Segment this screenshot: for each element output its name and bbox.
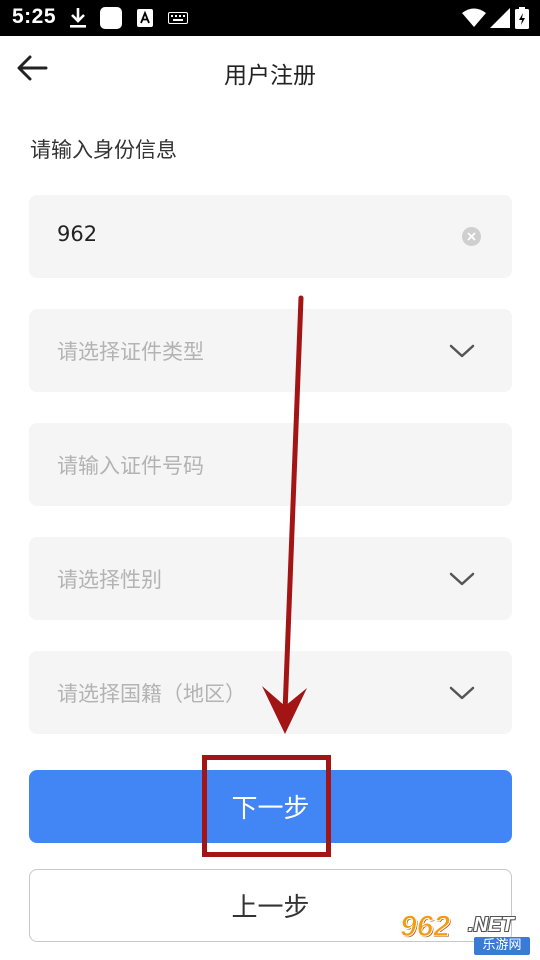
keyboard-icon [168,7,188,29]
name-field-value: 962 [57,222,98,246]
nav-bar: 用户注册 [0,36,540,104]
page-title: 用户注册 [224,63,316,89]
id-type-select[interactable]: 请选择证件类型 [29,309,512,392]
battery-icon [515,7,529,29]
id-number-input[interactable]: 请输入证件号码 [29,423,512,506]
section-label: 请输入身份信息 [30,138,177,162]
id-type-placeholder: 请选择证件类型 [57,340,204,364]
app-square-icon [100,7,122,29]
gender-select[interactable]: 请选择性别 [29,537,512,620]
nationality-placeholder: 请选择国籍（地区） [57,682,246,706]
a-badge-icon [137,7,153,29]
status-bar: 5:25 [0,0,540,36]
wifi-icon [462,7,486,29]
gender-placeholder: 请选择性别 [57,568,162,592]
clear-icon[interactable] [462,227,481,246]
download-icon [68,7,88,29]
next-step-button[interactable]: 下一步 [29,770,512,843]
previous-step-button[interactable]: 上一步 [29,869,512,942]
chevron-down-icon [447,339,477,363]
name-field[interactable]: 962 [29,195,512,278]
nationality-select[interactable]: 请选择国籍（地区） [29,651,512,734]
id-number-placeholder: 请输入证件号码 [57,454,204,478]
chevron-down-icon [447,567,477,591]
signal-icon [490,7,510,29]
status-time: 5:25 [12,5,57,28]
chevron-down-icon [447,681,477,705]
